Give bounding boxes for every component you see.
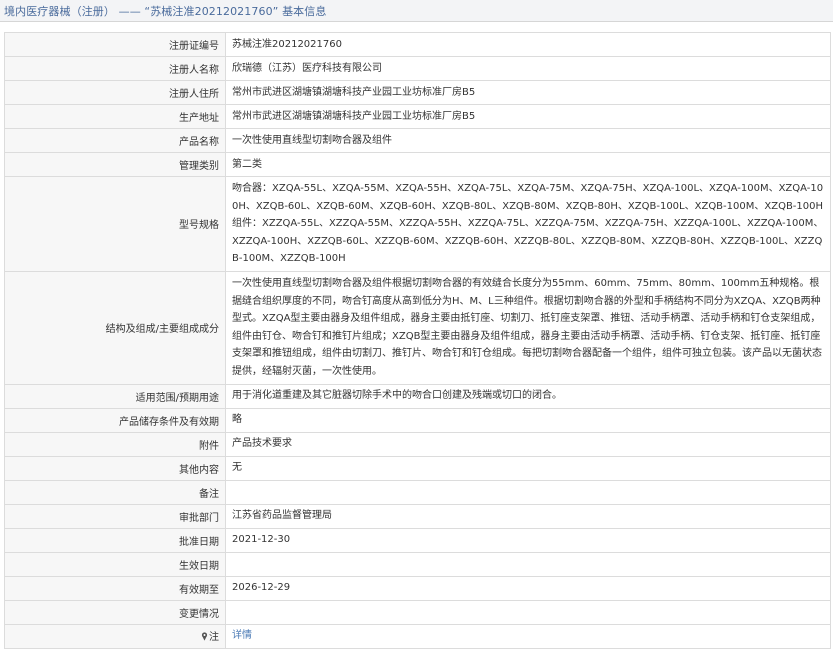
row-value-production-address: 常州市武进区湖塘镇湖塘科技产业园工业坊标准厂房B5: [225, 104, 831, 129]
table-row: 生产地址 常州市武进区湖塘镇湖塘科技产业园工业坊标准厂房B5: [4, 104, 831, 129]
row-label-valid-until: 有效期至: [4, 575, 226, 601]
table-row: 审批部门 江苏省药品监督管理局: [4, 503, 831, 529]
row-label-other-content: 其他内容: [4, 455, 226, 481]
table-row: 批准日期 2021-12-30: [4, 527, 831, 553]
row-label-model-spec: 型号规格: [4, 176, 226, 272]
row-label-remarks: 备注: [4, 479, 226, 505]
title-bar: 境内医疗器械（注册） —— “苏械注准20212021760” 基本信息: [0, 0, 833, 22]
table-row: 适用范围/预期用途 用于消化道重建及其它脏器切除手术中的吻合口创建及残端或切口的…: [4, 383, 831, 409]
row-value-management-category: 第二类: [225, 152, 831, 177]
table-row: 型号规格 吻合器：XZQA-55L、XZQA-55M、XZQA-55H、XZQA…: [4, 176, 831, 272]
table-row: 附件 产品技术要求: [4, 431, 831, 457]
row-label-registrant-address: 注册人住所: [4, 80, 226, 105]
row-label-approval-date: 批准日期: [4, 527, 226, 553]
table-row: 结构及组成/主要组成成分 一次性使用直线型切割吻合器及组件根据切割吻合器的有效缝…: [4, 270, 831, 385]
table-row: 备注: [4, 479, 831, 505]
pin-icon: [201, 632, 208, 644]
row-value-attachment: 产品技术要求: [225, 431, 831, 457]
row-label-production-address: 生产地址: [4, 104, 226, 129]
row-value-approval-date: 2021-12-30: [225, 527, 831, 553]
note-label: 注: [209, 632, 219, 644]
row-label-registration-number: 注册证编号: [4, 32, 226, 57]
table-row: 生效日期: [4, 551, 831, 577]
row-value-registrant-address: 常州市武进区湖塘镇湖塘科技产业园工业坊标准厂房B5: [225, 80, 831, 105]
row-value-model-spec: 吻合器：XZQA-55L、XZQA-55M、XZQA-55H、XZQA-75L、…: [225, 176, 831, 272]
row-label-structure-composition: 结构及组成/主要组成成分: [4, 270, 226, 385]
details-link[interactable]: 详情: [232, 630, 252, 641]
table-row: 有效期至 2026-12-29: [4, 575, 831, 601]
row-value-effective-date: [225, 551, 831, 577]
row-label-attachment: 附件: [4, 431, 226, 457]
row-value-registrant-name: 欣瑞德（江苏）医疗科技有限公司: [225, 56, 831, 81]
row-value-remarks: [225, 479, 831, 505]
table-row: 注 详情: [4, 623, 831, 649]
row-label-change-history: 变更情况: [4, 599, 226, 625]
row-value-approval-department: 江苏省药品监督管理局: [225, 503, 831, 529]
row-value-product-name: 一次性使用直线型切割吻合器及组件: [225, 128, 831, 153]
table-row: 注册人住所 常州市武进区湖塘镇湖塘科技产业园工业坊标准厂房B5: [4, 80, 831, 105]
row-value-other-content: 无: [225, 455, 831, 481]
row-value-change-history: [225, 599, 831, 625]
row-value-structure-composition: 一次性使用直线型切割吻合器及组件根据切割吻合器的有效缝合长度分为55mm、60m…: [225, 270, 831, 385]
row-value-valid-until: 2026-12-29: [225, 575, 831, 601]
row-label-registrant-name: 注册人名称: [4, 56, 226, 81]
table-row: 产品储存条件及有效期 略: [4, 407, 831, 433]
row-value-registration-number: 苏械注准20212021760: [225, 32, 831, 57]
row-label-approval-department: 审批部门: [4, 503, 226, 529]
table-row: 注册证编号 苏械注准20212021760: [4, 32, 831, 57]
row-label-storage-validity: 产品储存条件及有效期: [4, 407, 226, 433]
table-row: 变更情况: [4, 599, 831, 625]
page-title: 境内医疗器械（注册） —— “苏械注准20212021760” 基本信息: [4, 5, 327, 18]
row-label-effective-date: 生效日期: [4, 551, 226, 577]
row-value-note: 详情: [225, 623, 831, 649]
row-value-intended-use: 用于消化道重建及其它脏器切除手术中的吻合口创建及残端或切口的闭合。: [225, 383, 831, 409]
table-row: 其他内容 无: [4, 455, 831, 481]
info-table: 注册证编号 苏械注准20212021760 注册人名称 欣瑞德（江苏）医疗科技有…: [4, 32, 831, 649]
row-label-management-category: 管理类别: [4, 152, 226, 177]
row-value-storage-validity: 略: [225, 407, 831, 433]
table-row: 注册人名称 欣瑞德（江苏）医疗科技有限公司: [4, 56, 831, 81]
row-label-product-name: 产品名称: [4, 128, 226, 153]
row-label-intended-use: 适用范围/预期用途: [4, 383, 226, 409]
table-row: 管理类别 第二类: [4, 152, 831, 177]
row-label-note: 注: [4, 623, 226, 649]
table-row: 产品名称 一次性使用直线型切割吻合器及组件: [4, 128, 831, 153]
